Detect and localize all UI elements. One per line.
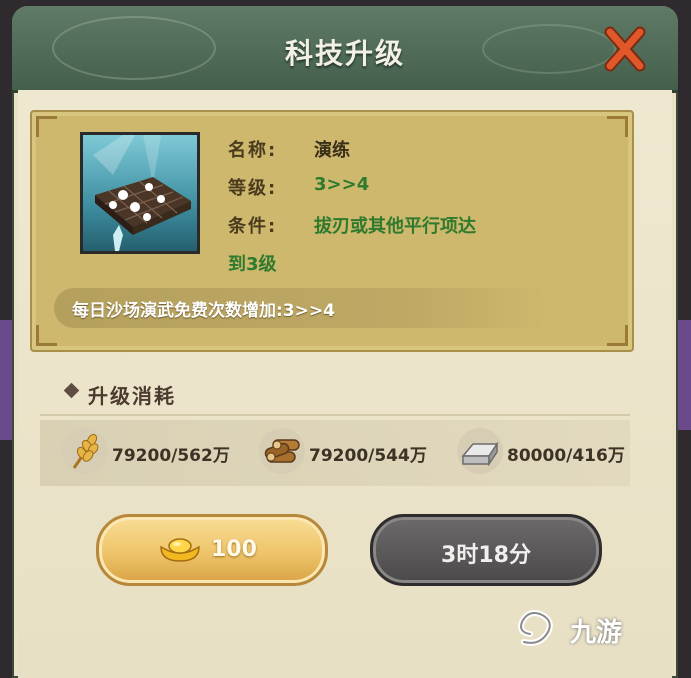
tech-info-card: 名称: 演练 等级: 3>>4 条件: 拔刃或其他平行项达 到3级 每日沙场演武…	[30, 110, 634, 352]
card-corner-ornament	[607, 116, 628, 137]
tech-condition-line2: 到3级	[228, 254, 277, 275]
timed-upgrade-button[interactable]: 3时18分	[370, 514, 602, 586]
cost-section-title: 升级消耗	[88, 380, 176, 409]
card-corner-ornament	[607, 325, 628, 346]
name-label: 名称:	[228, 140, 278, 161]
level-label: 等级:	[228, 178, 278, 199]
cost-iron-amount: 80000/416万	[507, 446, 625, 466]
watermark-logo-icon	[518, 610, 553, 646]
card-corner-ornament	[36, 325, 57, 346]
background-right-edge	[677, 320, 691, 430]
watermark-text: 九游	[570, 618, 623, 648]
upgrade-time-label: 3时18分	[441, 543, 531, 568]
cost-section-title-text: 升级消耗	[88, 384, 176, 408]
gold-upgrade-button[interactable]: 100	[96, 514, 328, 586]
background-left-edge	[0, 320, 12, 440]
dialog-title: 科技升级	[284, 37, 405, 70]
section-divider	[40, 414, 630, 416]
close-button[interactable]	[602, 26, 648, 72]
gold-cost-value: 100	[211, 537, 257, 562]
tech-name: 演练	[314, 140, 350, 161]
dialog-header: 科技升级	[12, 6, 678, 93]
close-x-icon	[604, 26, 646, 72]
wood-logs-icon	[259, 428, 305, 474]
cost-food-amount: 79200/562万	[112, 446, 230, 466]
tech-level: 3>>4	[314, 174, 370, 195]
wheat-icon	[62, 428, 108, 474]
gold-ingot-icon	[160, 538, 200, 562]
effect-description: 每日沙场演武免费次数增加:3>>4	[72, 301, 335, 321]
cost-wood-amount: 79200/544万	[309, 446, 427, 466]
condition-label: 条件:	[228, 216, 278, 237]
iron-ingot-icon	[457, 428, 503, 474]
card-corner-ornament	[36, 116, 57, 137]
tech-condition-line1: 拔刃或其他平行项达	[314, 216, 476, 237]
training-board-icon	[80, 132, 200, 254]
